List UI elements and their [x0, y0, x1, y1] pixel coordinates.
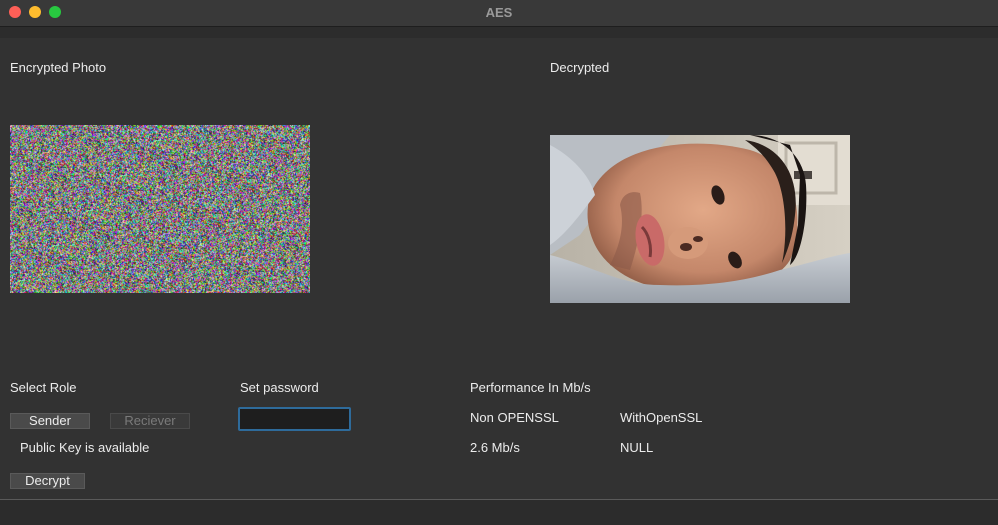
sender-button[interactable]: Sender — [10, 413, 90, 429]
non-openssl-value: 2.6 Mb/s — [470, 440, 520, 455]
status-bar — [0, 500, 998, 525]
encrypted-photo — [10, 125, 310, 293]
with-openssl-value: NULL — [620, 440, 654, 455]
password-input[interactable] — [238, 407, 351, 431]
window-title: AES — [485, 5, 513, 20]
public-key-status: Public Key is available — [20, 440, 150, 455]
set-password-label: Set password — [240, 380, 319, 395]
with-openssl-header: WithOpenSSL — [620, 410, 703, 425]
non-openssl-header: Non OPENSSL — [470, 410, 559, 425]
receiver-button[interactable]: Reciever — [110, 413, 190, 429]
encrypted-photo-label: Encrypted Photo — [10, 60, 107, 75]
select-role-label: Select Role — [10, 380, 77, 395]
decrypted-photo — [550, 135, 850, 303]
title-bar: AES — [0, 0, 998, 27]
decrypted-photo-label: Decrypted — [550, 60, 610, 75]
performance-title: Performance In Mb/s — [470, 380, 591, 395]
decrypt-button[interactable]: Decrypt — [10, 473, 85, 489]
